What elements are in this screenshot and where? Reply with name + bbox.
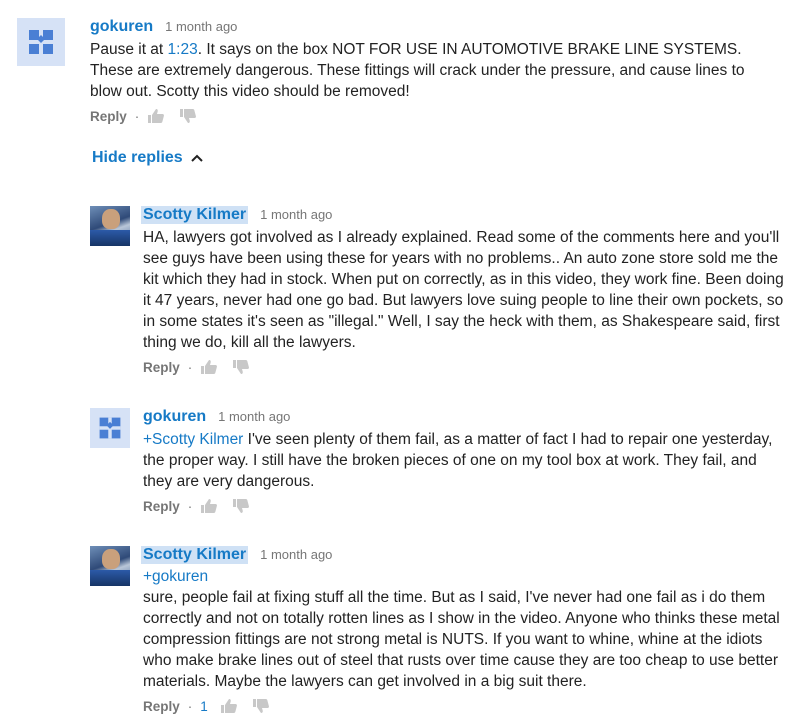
- thumbs-up-icon[interactable]: [147, 108, 165, 124]
- default-avatar-icon: [29, 30, 53, 54]
- comment-time[interactable]: 1 month ago: [165, 19, 237, 34]
- thumbs-down-icon[interactable]: [179, 108, 197, 124]
- comment-top: gokuren 1 month ago Pause it at 1:23. It…: [17, 18, 787, 124]
- reply-2: gokuren 1 month ago +Scotty Kilmer I've …: [90, 408, 790, 514]
- mention-link[interactable]: +Scotty Kilmer: [143, 431, 243, 448]
- comment-body: gokuren 1 month ago Pause it at 1:23. It…: [90, 18, 780, 124]
- author-name[interactable]: gokuren: [90, 18, 153, 36]
- comment-body: Scotty Kilmer 1 month ago HA, lawyers go…: [141, 206, 788, 375]
- avatar[interactable]: [90, 206, 130, 246]
- comment-time[interactable]: 1 month ago: [218, 409, 290, 424]
- mention-link[interactable]: +gokuren: [143, 568, 208, 585]
- thumbs-down-icon[interactable]: [232, 498, 250, 514]
- author-name[interactable]: Scotty Kilmer: [141, 206, 249, 224]
- comment-actions: Reply ·: [143, 498, 788, 514]
- reply-1: Scotty Kilmer 1 month ago HA, lawyers go…: [90, 206, 790, 375]
- reply-button[interactable]: Reply: [143, 699, 180, 714]
- avatar-face: [102, 209, 120, 229]
- comment-time[interactable]: 1 month ago: [260, 207, 332, 222]
- reply-3: Scotty Kilmer 1 month ago +gokuren sure, …: [90, 546, 795, 714]
- comment-text: Pause it at 1:23. It says on the box NOT…: [90, 39, 780, 102]
- comment-actions: Reply · 1: [143, 698, 795, 714]
- reply-button[interactable]: Reply: [90, 109, 127, 124]
- comment-actions: Reply ·: [143, 359, 788, 375]
- hide-replies-button[interactable]: Hide replies: [92, 149, 203, 167]
- thumbs-down-icon[interactable]: [252, 698, 270, 714]
- like-count: 1: [200, 698, 208, 714]
- author-name[interactable]: gokuren: [143, 408, 206, 426]
- chevron-up-icon: [190, 154, 203, 162]
- reply-button[interactable]: Reply: [143, 499, 180, 514]
- comment-actions: Reply ·: [90, 108, 780, 124]
- timestamp-link[interactable]: 1:23: [168, 41, 198, 58]
- avatar-car: [90, 230, 130, 246]
- separator-dot: ·: [187, 498, 193, 514]
- separator-dot: ·: [187, 359, 193, 375]
- comment-body: Scotty Kilmer 1 month ago +gokuren sure, …: [141, 546, 795, 714]
- separator-dot: ·: [134, 108, 140, 124]
- comment-header: gokuren 1 month ago: [143, 408, 788, 426]
- avatar[interactable]: [17, 18, 65, 66]
- avatar-face: [102, 549, 120, 569]
- comment-time[interactable]: 1 month ago: [260, 547, 332, 562]
- thumbs-up-icon[interactable]: [200, 498, 218, 514]
- comment-text-content: sure, people fail at fixing stuff all th…: [143, 589, 780, 690]
- comment-text: HA, lawyers got involved as I already ex…: [143, 229, 784, 351]
- comment-header: gokuren 1 month ago: [90, 18, 780, 36]
- comment-header: Scotty Kilmer 1 month ago: [141, 206, 788, 224]
- comment-text: +Scotty Kilmer I've seen plenty of them …: [143, 429, 788, 492]
- thumbs-up-icon[interactable]: [220, 698, 238, 714]
- hide-replies-label: Hide replies: [92, 149, 183, 166]
- avatar-car: [90, 570, 130, 586]
- reply-button[interactable]: Reply: [143, 360, 180, 375]
- avatar[interactable]: [90, 546, 130, 586]
- author-name[interactable]: Scotty Kilmer: [141, 546, 249, 564]
- comment-body: gokuren 1 month ago +Scotty Kilmer I've …: [143, 408, 788, 514]
- separator-dot: ·: [187, 698, 193, 714]
- thumbs-up-icon[interactable]: [200, 359, 218, 375]
- comment-header: Scotty Kilmer 1 month ago: [141, 546, 795, 564]
- avatar[interactable]: [90, 408, 130, 448]
- comment-text: +gokuren sure, people fail at fixing stuf…: [143, 566, 795, 692]
- comment-text-before: Pause it at: [90, 41, 168, 58]
- default-avatar-icon: [99, 417, 121, 439]
- thumbs-down-icon[interactable]: [232, 359, 250, 375]
